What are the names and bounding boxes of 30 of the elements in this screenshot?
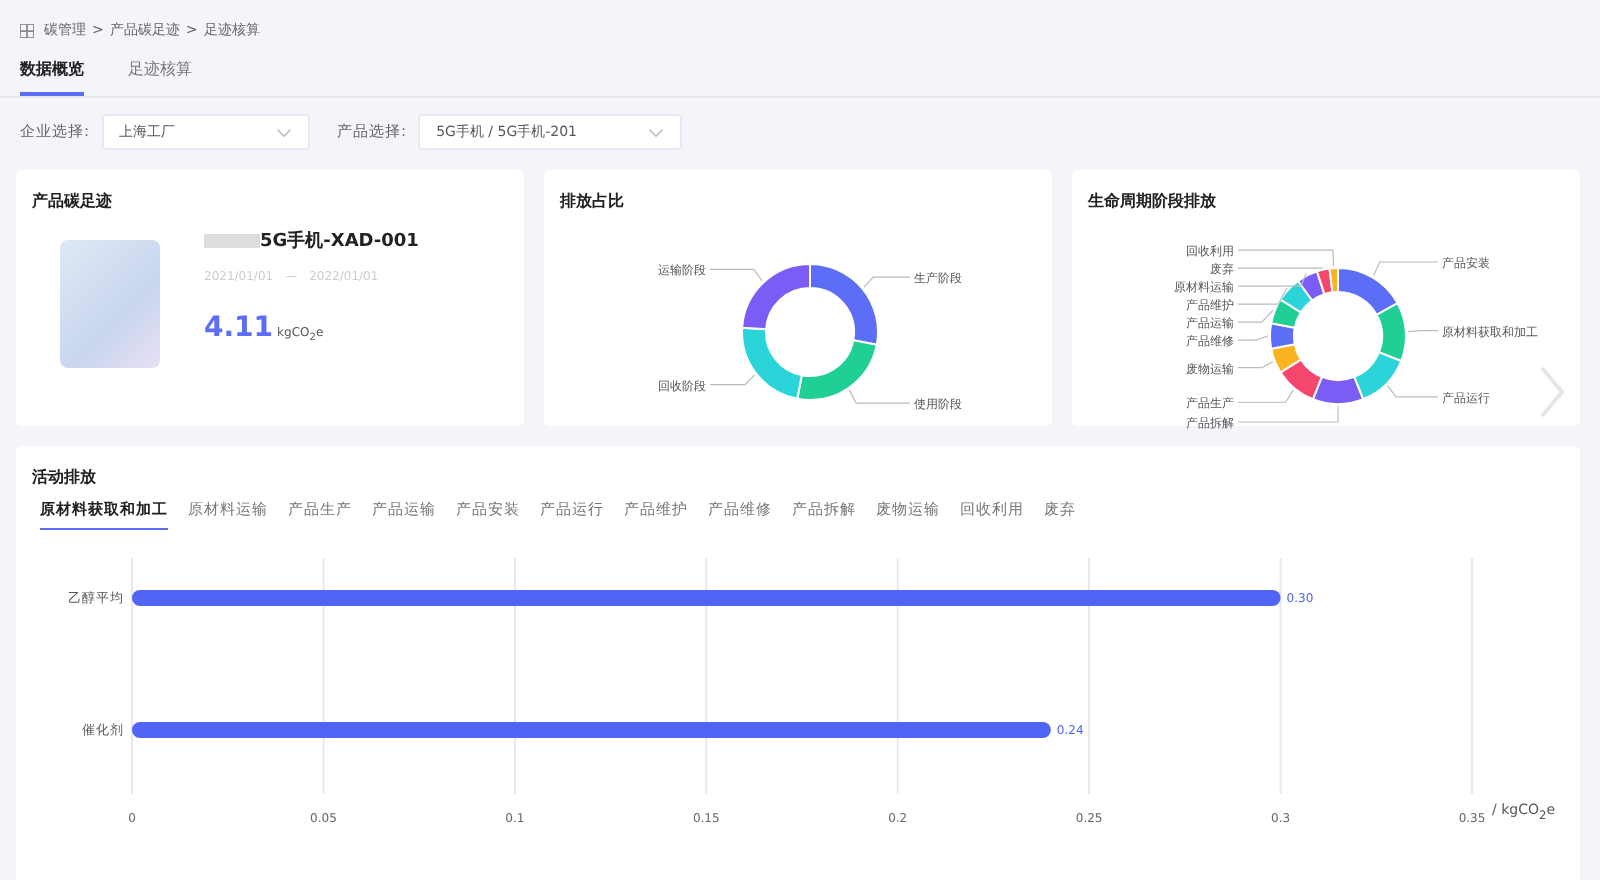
card-title: 排放占比 <box>560 190 626 212</box>
product-name: 5G手机-XAD-001 <box>260 228 419 254</box>
leader-line <box>1237 287 1288 305</box>
leader-line <box>848 389 911 404</box>
footprint-value: 4.11 <box>204 312 274 344</box>
donut-slice <box>796 339 878 401</box>
leader-line <box>709 268 763 282</box>
grid-icon <box>20 23 34 37</box>
leader-line <box>1237 335 1269 341</box>
leader-line <box>1407 330 1439 333</box>
chevron-down-icon <box>275 127 292 137</box>
page-tab[interactable]: 数据概览 <box>20 58 84 96</box>
leader-line <box>1386 384 1439 398</box>
card-title: 产品碳足迹 <box>32 190 114 212</box>
leader-line <box>1237 361 1274 369</box>
card-title: 活动排放 <box>32 466 98 488</box>
donut-slice <box>741 263 811 331</box>
donut-slice <box>809 263 879 346</box>
phone-placeholder <box>60 240 160 368</box>
donut-slice <box>1270 343 1302 374</box>
page-tab[interactable]: 足迹核算 <box>128 58 192 96</box>
leader-line <box>1237 309 1274 323</box>
donut-slice <box>741 326 803 400</box>
blurred-text <box>204 234 260 248</box>
donut-slice <box>1270 298 1302 329</box>
leader-line <box>1373 261 1439 277</box>
leader-line <box>709 374 756 386</box>
chevron-down-icon <box>648 127 665 137</box>
leader-line <box>863 276 911 288</box>
card-title: 生命周期阶段排放 <box>1088 190 1218 212</box>
